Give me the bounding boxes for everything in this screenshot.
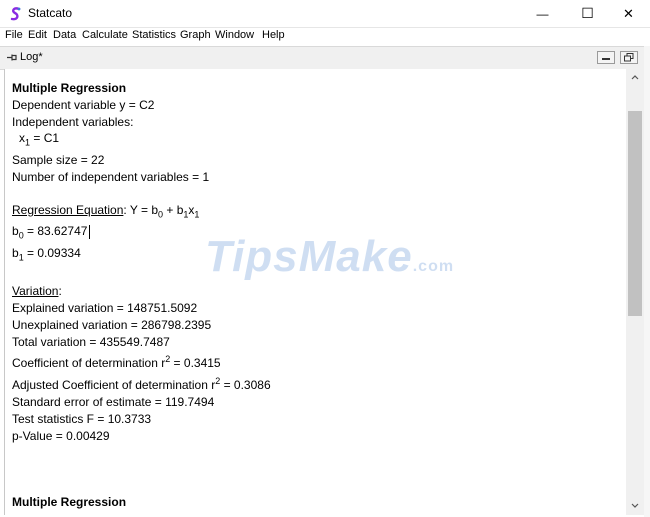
- menu-bar: File Edit Data Calculate Statistics Grap…: [0, 28, 650, 46]
- dependent-variable: Dependent variable y = C2: [12, 98, 155, 112]
- x1-val: = C1: [30, 131, 60, 145]
- reg-eq-subx: 1: [194, 209, 200, 220]
- window-title: Statcato: [28, 6, 73, 20]
- sample-size: Sample size = 22: [12, 153, 105, 167]
- chevron-down-icon: [631, 503, 639, 508]
- variation-heading: Variation:: [12, 284, 62, 298]
- b0-var: b: [12, 224, 19, 238]
- maximize-icon: ☐: [581, 5, 594, 21]
- scroll-thumb[interactable]: [628, 111, 642, 316]
- regression-equation: Regression Equation: Y = b0 + b1x1: [12, 203, 199, 219]
- window-border: [644, 46, 650, 517]
- total-variation: Total variation = 435549.7487: [12, 335, 170, 349]
- menu-file[interactable]: File: [5, 29, 23, 41]
- b1-val: = 0.09334: [23, 246, 81, 260]
- variation-colon: :: [58, 284, 62, 298]
- close-icon: ✕: [623, 5, 634, 21]
- title-bar: Statcato — ☐ ✕: [0, 0, 650, 28]
- maximize-button[interactable]: ☐: [566, 0, 609, 27]
- log-window-titlebar: Log*: [0, 46, 650, 70]
- vertical-scrollbar[interactable]: [626, 69, 644, 515]
- test-statistics: Test statistics F = 10.3733: [12, 412, 152, 426]
- standard-error: Standard error of estimate = 119.7494: [12, 395, 215, 409]
- text-cursor: [89, 224, 91, 239]
- coef-det-text: Coefficient of determination r: [12, 356, 166, 370]
- menu-calculate[interactable]: Calculate: [82, 29, 128, 41]
- coefficient-b1: b1 = 0.09334: [12, 246, 81, 262]
- adjusted-coefficient: Adjusted Coefficient of determination r2…: [12, 376, 271, 392]
- menu-window[interactable]: Window: [215, 29, 254, 41]
- chevron-up-icon: [631, 74, 639, 79]
- coefficient-b0: b0 = 83.62747: [12, 224, 91, 240]
- pin-icon: [7, 54, 17, 61]
- scroll-up-button[interactable]: [626, 69, 644, 85]
- adj-coef-text: Adjusted Coefficient of determination r: [12, 378, 216, 392]
- explained-variation: Explained variation = 148751.5092: [12, 301, 198, 315]
- reg-eq-plus: + b: [163, 203, 184, 217]
- minimize-icon: —: [536, 6, 549, 21]
- minimize-button[interactable]: —: [521, 0, 564, 27]
- scroll-down-button[interactable]: [626, 497, 644, 513]
- menu-help[interactable]: Help: [262, 29, 285, 41]
- independent-variables-label: Independent variables:: [12, 115, 134, 129]
- variation-label: Variation: [12, 284, 59, 298]
- log-window-title: Log*: [20, 51, 43, 63]
- independent-variable-x1: x1 = C1: [19, 131, 59, 147]
- log-restore-button[interactable]: [620, 51, 638, 64]
- restore-icon: [624, 53, 634, 62]
- coefficient-of-determination: Coefficient of determination r2 = 0.3415: [12, 354, 221, 370]
- minimize-icon: [602, 57, 610, 60]
- unexplained-variation: Unexplained variation = 286798.2395: [12, 318, 212, 332]
- section-heading: Multiple Regression: [12, 81, 127, 95]
- menu-data[interactable]: Data: [53, 29, 76, 41]
- reg-eq-text: : Y = b: [123, 203, 158, 217]
- p-value: p-Value = 0.00429: [12, 429, 110, 443]
- num-independent: Number of independent variables = 1: [12, 170, 210, 184]
- b1-var: b: [12, 246, 19, 260]
- b0-val: = 83.62747: [23, 224, 88, 238]
- close-button[interactable]: ✕: [607, 0, 650, 27]
- regression-equation-label: Regression Equation: [12, 203, 124, 217]
- menu-graph[interactable]: Graph: [180, 29, 211, 41]
- log-minimize-button[interactable]: [597, 51, 615, 64]
- menu-edit[interactable]: Edit: [28, 29, 47, 41]
- adj-coef-val: = 0.3086: [220, 378, 271, 392]
- statcato-logo-icon: [10, 7, 21, 21]
- coef-det-val: = 0.3415: [170, 356, 221, 370]
- menu-statistics[interactable]: Statistics: [132, 29, 176, 41]
- log-content[interactable]: Multiple Regression Dependent variable y…: [4, 69, 626, 515]
- section-heading-2: Multiple Regression: [12, 495, 127, 509]
